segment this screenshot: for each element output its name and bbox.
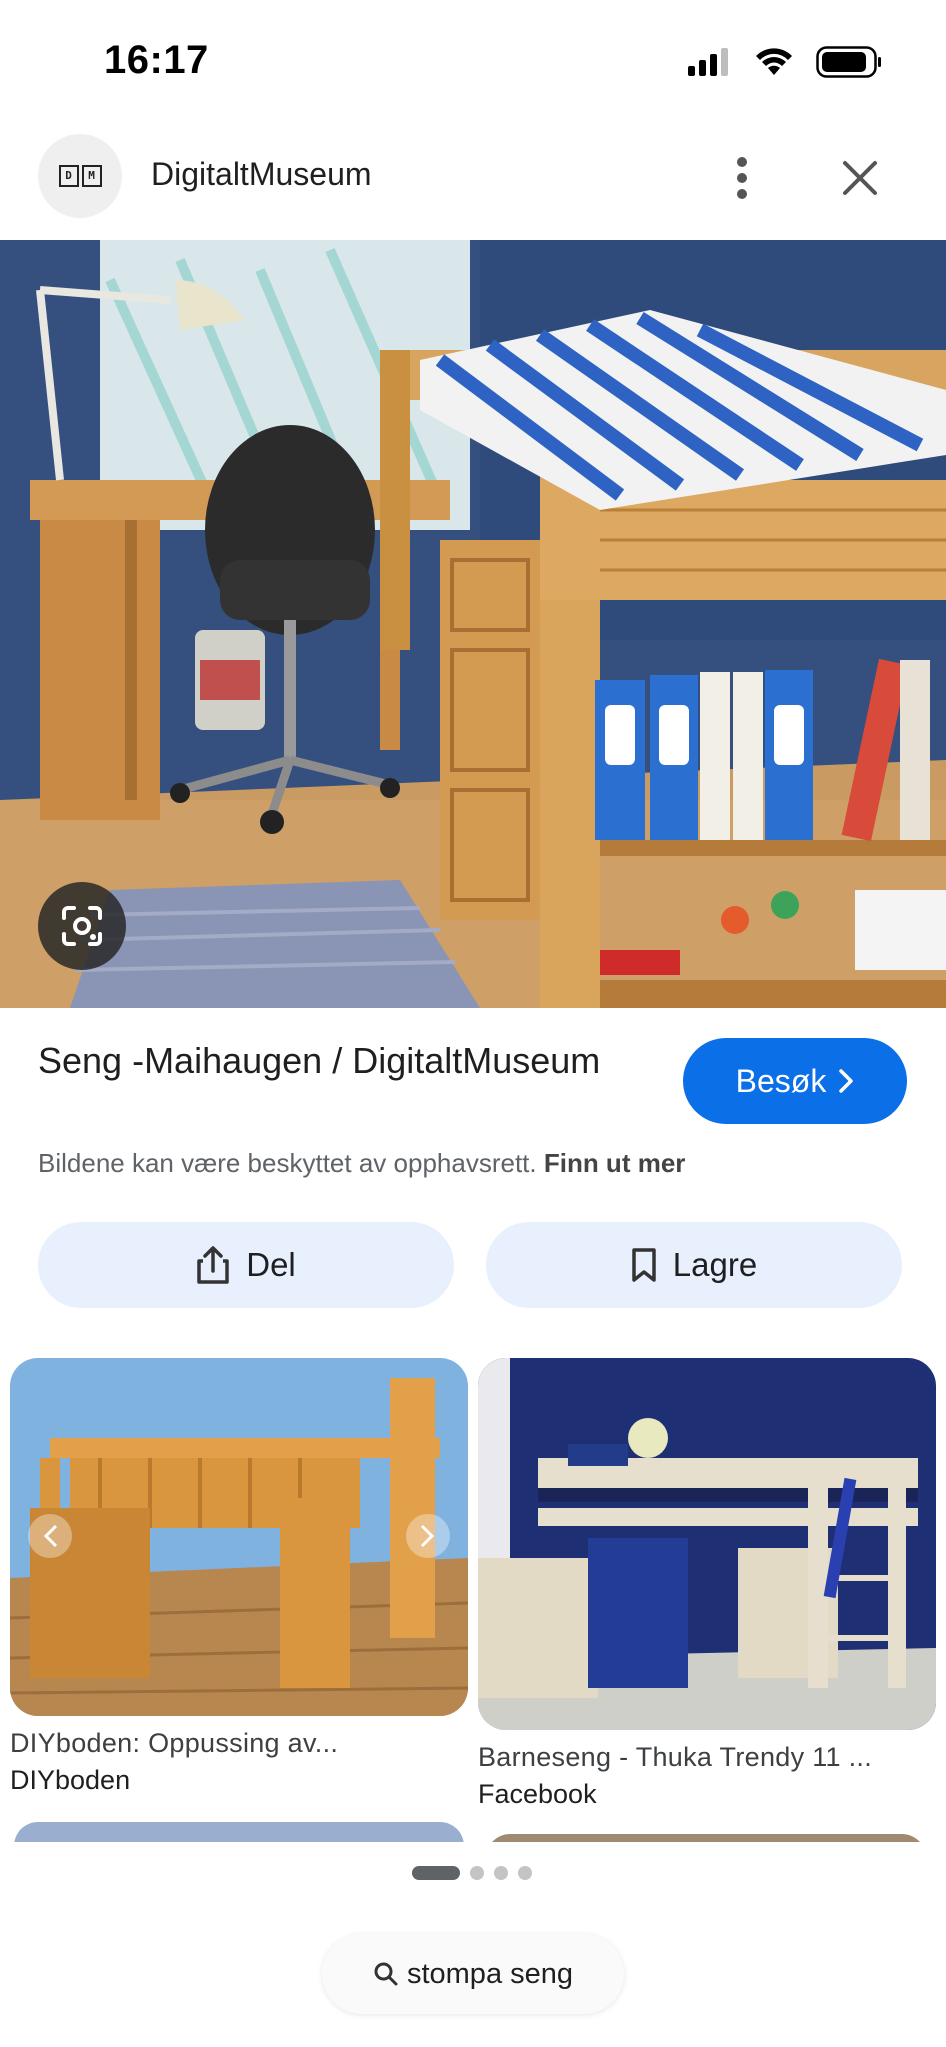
search-query-pill[interactable]: stompa seng: [322, 1934, 624, 2014]
related-source: Facebook: [478, 1779, 597, 1809]
related-image[interactable]: [10, 1358, 468, 1716]
status-icons: [688, 46, 882, 78]
status-bar: 16:17: [0, 0, 946, 120]
wifi-icon: [756, 48, 792, 75]
lens-search-button[interactable]: [38, 882, 126, 970]
site-name[interactable]: DigitaltMuseum: [151, 156, 372, 193]
lens-icon: [62, 906, 102, 946]
source-header: D M DigitaltMuseum: [0, 130, 946, 240]
chevron-right-icon: [839, 1069, 854, 1093]
save-button[interactable]: Lagre: [486, 1222, 902, 1308]
visit-label: Besøk: [735, 1062, 827, 1099]
battery-icon: [816, 46, 881, 78]
main-image[interactable]: [0, 240, 946, 1008]
related-source: DIYboden: [10, 1765, 131, 1795]
copyright-notice: Bildene kan være beskyttet av opphavsret…: [38, 1148, 685, 1179]
status-time: 16:17: [104, 38, 209, 82]
pagination-dots: [412, 1866, 532, 1880]
learn-more-link[interactable]: Finn ut mer: [544, 1148, 686, 1178]
main-image-illustration: [0, 240, 946, 1008]
more-vert-icon: [737, 157, 747, 199]
more-options-button[interactable]: [720, 148, 764, 208]
share-button[interactable]: Del: [38, 1222, 454, 1308]
search-query-text: stompa seng: [406, 1957, 574, 1990]
page-dot: [518, 1866, 532, 1880]
copyright-text: Bildene kan være beskyttet av opphavsret…: [38, 1148, 537, 1178]
related-title[interactable]: DIYboden: Oppussing av...: [10, 1728, 468, 1759]
save-label: Lagre: [672, 1246, 758, 1283]
logo-letter: M: [81, 165, 102, 187]
site-logo[interactable]: D M: [38, 134, 122, 218]
result-title[interactable]: Seng -Maihaugen / DigitaltMuseum: [38, 1036, 638, 1085]
share-label: Del: [246, 1246, 296, 1283]
signal-icon: [688, 48, 728, 76]
related-image[interactable]: [478, 1358, 936, 1730]
page-dot-active: [412, 1866, 460, 1880]
bookmark-icon: [632, 1248, 656, 1282]
related-title[interactable]: Barneseng - Thuka Trendy 11 ...: [478, 1742, 936, 1773]
related-card[interactable]: DIYboden: Oppussing av... DIYboden: [10, 1358, 468, 1796]
share-icon: [197, 1246, 229, 1284]
page-dot: [494, 1866, 508, 1880]
visit-button[interactable]: Besøk: [683, 1038, 907, 1124]
logo-letter: D: [58, 165, 79, 187]
page-dot: [470, 1866, 484, 1880]
close-icon: [843, 161, 877, 195]
search-icon: [374, 1962, 398, 1986]
close-button[interactable]: [832, 150, 888, 206]
related-card[interactable]: Barneseng - Thuka Trendy 11 ... Facebook: [478, 1358, 936, 1810]
